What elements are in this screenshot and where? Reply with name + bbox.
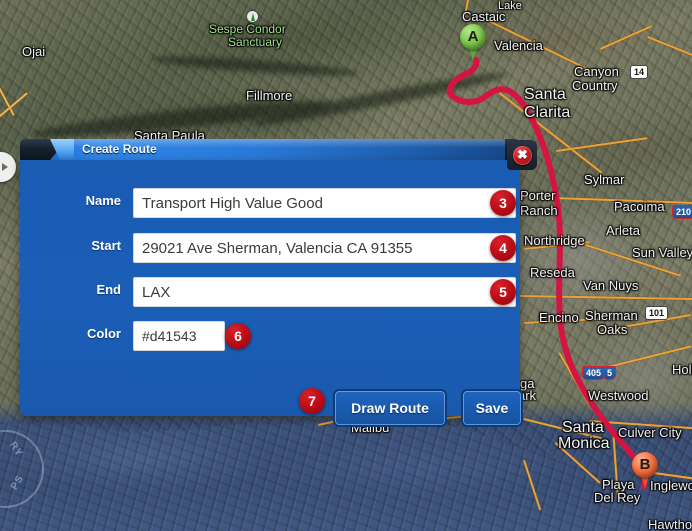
map-label-van-nuys: Van Nuys <box>583 278 639 293</box>
color-label: Color <box>87 326 121 341</box>
highway-shield-14: 14 <box>630 65 649 79</box>
name-label: Name <box>85 193 121 208</box>
callout-badge-6: 6 <box>225 323 251 349</box>
map-pan-control[interactable] <box>0 152 16 182</box>
callout-badge-7: 7 <box>299 388 325 414</box>
start-marker-letter: A <box>467 28 479 45</box>
park-icon <box>247 11 258 22</box>
close-button-glyph: ✖ <box>517 147 528 162</box>
callout-badge-4: 4 <box>490 235 516 261</box>
map-label-arleta: Arleta <box>606 223 640 238</box>
save-button[interactable]: Save <box>461 389 523 427</box>
map-label-valencia: Valencia <box>494 38 543 53</box>
map-label-fillmore: Fillmore <box>246 88 293 103</box>
start-marker[interactable]: A <box>460 24 486 60</box>
end-marker[interactable]: B <box>632 452 658 488</box>
dialog-body: Name 3 Start 4 End 5 Color 6 <box>20 160 523 427</box>
form-row-name: Name 3 <box>20 188 520 218</box>
map-label-ranch: Ranch <box>520 203 558 218</box>
map-label-canyon: Canyon <box>574 64 619 79</box>
map-label-encino: Encino <box>539 310 579 325</box>
map-label-sylmar: Sylmar <box>584 172 625 187</box>
map-label-pacoima: Pacoima <box>614 199 665 214</box>
color-input[interactable] <box>133 321 225 351</box>
callout-badge-5: 5 <box>490 279 516 305</box>
map-label-culver-city: Culver City <box>618 425 682 440</box>
map-label-porter: Porter <box>520 188 556 203</box>
road-segment <box>647 36 692 57</box>
name-input[interactable] <box>133 188 516 218</box>
map-label-monica: Monica <box>558 435 610 452</box>
map-label-ojai: Ojai <box>22 44 46 59</box>
map-label-country: Country <box>572 78 618 93</box>
map-label-westwood: Westwood <box>588 388 649 403</box>
map-label-clarita: Clarita <box>524 104 571 121</box>
form-row-start: Start 4 <box>20 233 520 263</box>
end-marker-letter: B <box>639 456 651 473</box>
map-label-hawthorne: Hawtho <box>648 517 692 531</box>
watermark-text-1: RY <box>6 439 25 460</box>
start-label: Start <box>91 238 121 253</box>
highway-shield-101: 101 <box>645 306 669 320</box>
close-icon[interactable]: ✖ <box>507 140 537 170</box>
map-label-del-rey: Del Rey <box>594 490 641 505</box>
terrain-ridge <box>149 52 361 80</box>
map-label-park-line2: Sanctuary <box>228 35 283 49</box>
map-label-sun-valley: Sun Valley <box>632 245 692 260</box>
highway-shield-210: 210 <box>672 205 692 219</box>
callout-badge-3: 3 <box>490 190 516 216</box>
create-route-dialog: Create Route ✖ Name 3 Start 4 End <box>20 139 537 427</box>
end-input[interactable] <box>133 277 516 307</box>
app-screen: 14 210 101 405 5 Sespe Condor Sanctuary … <box>0 0 692 531</box>
map-label-sherman: Sherman <box>585 308 638 323</box>
highway-shield-5: 5 <box>603 366 617 380</box>
start-input[interactable] <box>133 233 516 263</box>
map-label-park-line1: Sespe Condor <box>209 22 286 36</box>
draw-route-button[interactable]: Draw Route <box>333 389 447 427</box>
map-label-santa: Santa <box>524 86 566 103</box>
map-label-reseda: Reseda <box>530 265 575 280</box>
dialog-title: Create Route <box>82 142 157 156</box>
end-label: End <box>96 282 121 297</box>
map-label-northridge: Northridge <box>524 233 585 248</box>
map-label-castaic: Castaic <box>462 9 506 24</box>
watermark-text-2: PS <box>9 473 27 492</box>
map-label-oaks: Oaks <box>597 322 628 337</box>
form-row-end: End 5 <box>20 277 520 307</box>
map-label-hollywood: Holly <box>672 362 692 377</box>
road-segment <box>600 25 652 50</box>
form-row-color: Color 6 <box>20 321 520 351</box>
highway-shield-405: 405 <box>582 366 606 380</box>
